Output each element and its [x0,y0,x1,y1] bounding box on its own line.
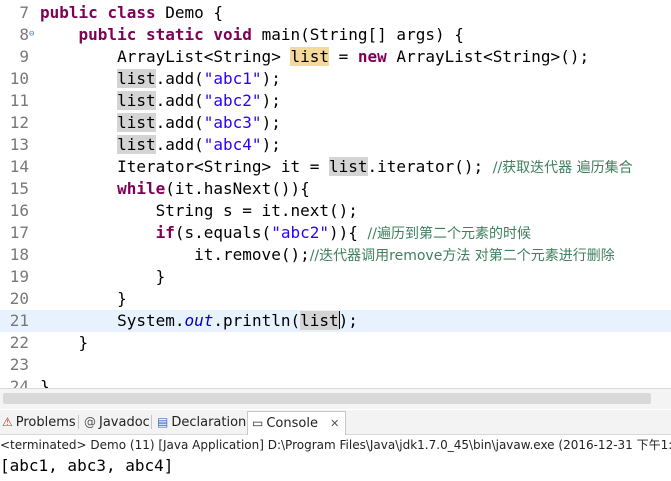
text-cursor [338,311,340,329]
line-number: 13 [9,135,29,154]
line-number: 21 [9,311,29,330]
view-tab-bar: ⚠ Problems @ Javadoc ▤ Declaration ▭ Console… [0,410,671,435]
code-text: list.add("abc4"); [117,135,281,154]
code-text: it.remove();//迭代器调用remove方法 对第二个元素进行删除 [40,245,615,264]
code-text: } [40,377,50,388]
code-text: if(s.equals("abc2")){ //遍历到第二个元素的时候 [155,223,531,242]
tab-javadoc[interactable]: @ Javadoc [84,411,150,433]
line-number: 8 [19,25,29,44]
tab-label: Declaration [171,415,247,430]
tab-declaration[interactable]: ▤ Declaration [157,411,246,433]
code-text: ArrayList<String> list = new ArrayList<S… [40,47,590,66]
scrollbar-thumb[interactable] [3,393,651,404]
line-number: 14 [9,157,29,176]
fold-toggle-icon[interactable]: ⊖ [29,29,34,39]
line-number: 16 [9,201,29,220]
tab-label: Console [266,416,318,431]
code-text: } [40,289,127,308]
console-status: <terminated> Demo (11) [Java Application… [0,435,671,455]
console-icon: ▭ [252,416,264,430]
code-text: String s = it.next(); [40,201,358,220]
code-text: public class Demo { [40,3,224,22]
code-line: 15 while(it.hasNext()){ [0,178,671,200]
line-number: 20 [9,289,29,308]
code-line: 10 list.add("abc1"); [0,68,671,90]
code-text: while(it.hasNext()){ [117,179,310,198]
line-number: 9 [19,47,29,66]
code-line: 17 if(s.equals("abc2")){ //遍历到第二个元素的时候 [0,222,671,244]
code-text: public static void main(String[] args) { [78,25,464,44]
code-text: } [40,267,166,286]
tab-console[interactable]: ▭ Console ✕ [247,411,347,435]
line-number: 15 [9,179,29,198]
code-line: 12 list.add("abc3"); [0,112,671,134]
line-number: 11 [9,91,29,110]
code-line: 22 } [0,332,671,354]
problems-icon: ⚠ [2,415,13,429]
code-line: 13 list.add("abc4"); [0,134,671,156]
javadoc-icon: @ [84,415,96,429]
code-line: 18 it.remove();//迭代器调用remove方法 对第二个元素进行删… [0,244,671,266]
code-text: list.add("abc2"); [117,91,281,110]
code-line: 14 Iterator<String> it = list.iterator()… [0,156,671,178]
line-number: 23 [9,355,29,374]
tab-problems[interactable]: ⚠ Problems [2,411,76,433]
code-text: Iterator<String> it = list.iterator(); /… [40,157,633,176]
close-icon[interactable]: ✕ [330,417,339,430]
line-number: 7 [19,3,29,22]
code-line: 20 } [0,288,671,310]
code-text: System.out.println(list); [40,311,358,330]
code-editor[interactable]: 7 public class Demo { 8 ⊖ public static … [0,0,671,388]
tab-label: Javadoc [99,415,150,430]
code-line: 7 public class Demo { [0,2,671,24]
code-line: 23 [0,354,671,376]
line-number: 22 [9,333,29,352]
line-number: 24 [9,377,29,388]
code-text: list.add("abc1"); [117,69,281,88]
current-code-line: 21 System.out.println(list); [0,310,671,332]
code-line: 9 ArrayList<String> list = new ArrayList… [0,46,671,68]
line-number: 10 [9,69,29,88]
tab-divider [151,415,152,429]
line-number: 17 [9,223,29,242]
tab-label: Problems [15,415,76,430]
code-text: list.add("abc3"); [117,113,281,132]
code-line: 11 list.add("abc2"); [0,90,671,112]
code-line: 19 } [0,266,671,288]
code-text: } [40,333,89,352]
horizontal-scrollbar[interactable] [0,388,671,409]
line-number: 18 [9,245,29,264]
declaration-icon: ▤ [157,415,169,429]
code-line: 24 } [0,376,671,388]
line-number: 12 [9,113,29,132]
code-line: 8 ⊖ public static void main(String[] arg… [0,24,671,46]
line-number: 19 [9,267,29,286]
tab-divider [78,415,79,429]
code-line: 16 String s = it.next(); [0,200,671,222]
console-output: [abc1, abc3, abc4] [0,456,174,475]
